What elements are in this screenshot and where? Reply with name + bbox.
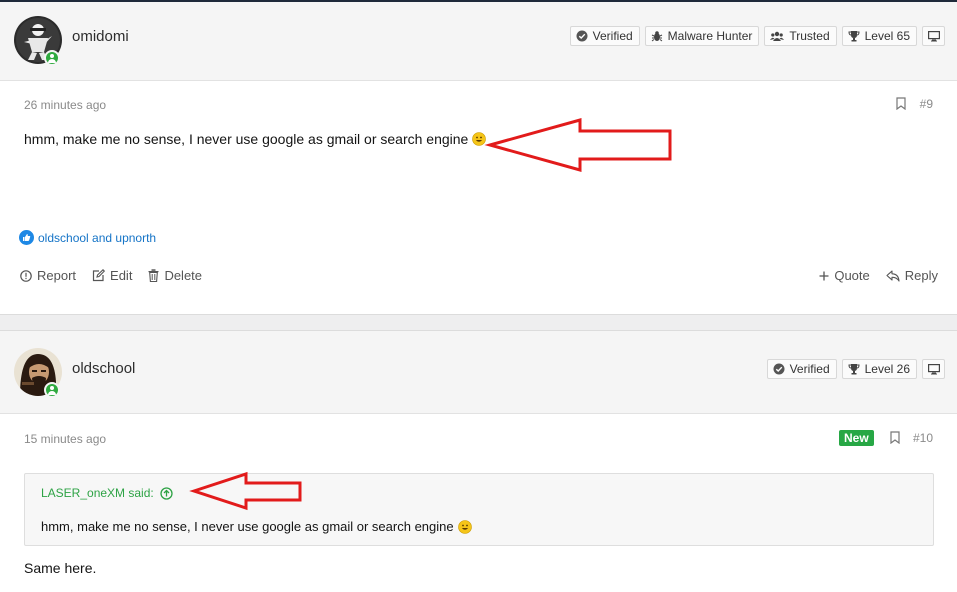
- post-number[interactable]: #9: [920, 97, 933, 111]
- quote-block: LASER_oneXM said: hmm, make me no sense,…: [24, 473, 934, 546]
- plus-icon: [819, 271, 829, 280]
- quote-button[interactable]: Quote: [819, 268, 870, 283]
- quote-author-link[interactable]: LASER_oneXM said:: [41, 486, 173, 500]
- reply-icon: [886, 269, 900, 282]
- edit-button[interactable]: Edit: [92, 268, 132, 283]
- red-arrow-annotation: [189, 471, 302, 511]
- username[interactable]: oldschool: [72, 360, 135, 377]
- post-divider: [0, 314, 957, 331]
- badge-verified: Verified: [569, 26, 640, 46]
- post-message: Same here.: [24, 560, 97, 576]
- badge-device: [922, 26, 945, 46]
- monitor-icon: [927, 363, 940, 374]
- post-10-header: oldschool Verified Level 26: [0, 331, 957, 414]
- post-9-header: omidomi Verified Malware Hunter Trusted …: [0, 2, 957, 81]
- smile-emoji-icon: [472, 132, 487, 146]
- badge-verified: Verified: [766, 359, 837, 379]
- monitor-icon: [927, 30, 940, 41]
- post-time[interactable]: 26 minutes ago: [24, 98, 106, 112]
- smile-emoji-icon: [457, 519, 472, 534]
- check-circle-icon: [576, 30, 588, 42]
- badge-level: Level 26: [841, 359, 917, 379]
- trophy-icon: [848, 31, 860, 42]
- username[interactable]: omidomi: [72, 28, 129, 45]
- trophy-icon: [848, 364, 860, 375]
- bookmark-icon[interactable]: [890, 431, 900, 444]
- red-arrow-annotation: [484, 118, 672, 172]
- trash-icon: [148, 269, 159, 282]
- alert-circle-icon: [20, 269, 32, 282]
- reply-button[interactable]: Reply: [886, 268, 938, 283]
- badge-device: [922, 359, 945, 379]
- online-status-icon: [44, 50, 60, 66]
- reactions-users[interactable]: oldschool and upnorth: [38, 231, 156, 245]
- delete-button[interactable]: Delete: [148, 268, 202, 283]
- bug-icon: [651, 31, 662, 42]
- report-button[interactable]: Report: [20, 268, 76, 283]
- online-status-icon: [44, 382, 60, 398]
- arrow-up-circle-icon[interactable]: [160, 486, 173, 500]
- reactions-bar[interactable]: oldschool and upnorth: [19, 230, 156, 245]
- post-message: hmm, make me no sense, I never use googl…: [24, 131, 487, 147]
- post-actions-right: Quote Reply: [819, 268, 938, 283]
- badge-malware-hunter: Malware Hunter: [644, 26, 760, 46]
- new-badge: New: [839, 430, 874, 446]
- quote-text: hmm, make me no sense, I never use googl…: [41, 519, 472, 534]
- user-badges: Verified Level 26: [766, 359, 945, 379]
- check-circle-icon: [773, 363, 785, 375]
- edit-icon: [92, 269, 106, 282]
- post-number[interactable]: #10: [913, 431, 933, 445]
- badge-level: Level 65: [841, 26, 917, 46]
- badge-trusted: Trusted: [764, 26, 837, 46]
- users-icon: [770, 31, 785, 41]
- post-time[interactable]: 15 minutes ago: [24, 432, 106, 446]
- user-badges: Verified Malware Hunter Trusted Level 65: [569, 26, 945, 46]
- bookmark-icon[interactable]: [896, 97, 906, 110]
- like-icon: [19, 230, 34, 245]
- post-actions-left: Report Edit Delete: [20, 268, 202, 283]
